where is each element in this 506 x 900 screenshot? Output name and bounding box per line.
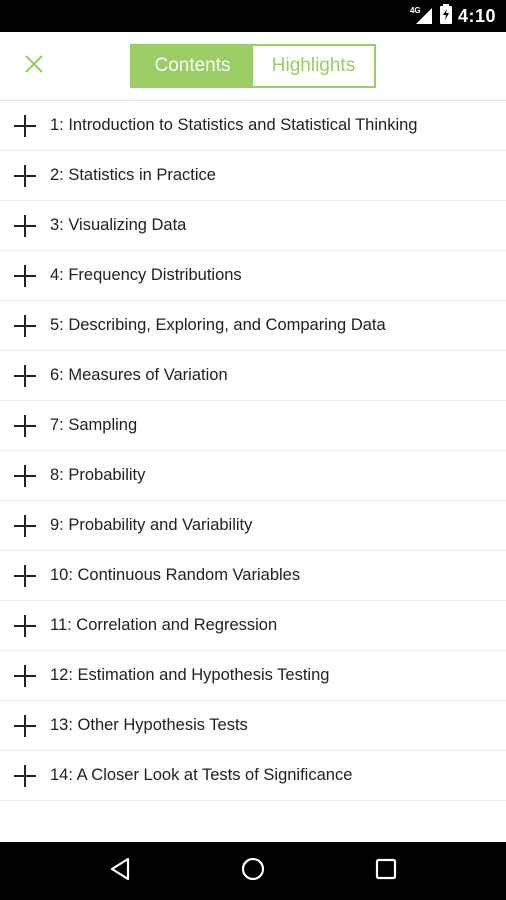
toc-item-chapter-12[interactable]: 12: Estimation and Hypothesis Testing [0, 651, 506, 701]
toc-item-label: 5: Describing, Exploring, and Comparing … [50, 316, 386, 334]
close-button[interactable] [18, 50, 50, 82]
toc-item-chapter-9[interactable]: 9: Probability and Variability [0, 501, 506, 551]
toc-item-label: 13: Other Hypothesis Tests [50, 716, 248, 734]
home-button[interactable] [233, 851, 273, 891]
plus-icon [14, 614, 36, 637]
toc-item-label: 6: Measures of Variation [50, 366, 228, 384]
plus-icon [14, 164, 36, 187]
status-time: 4:10 [457, 5, 496, 26]
plus-icon [14, 364, 36, 387]
recents-button[interactable] [366, 851, 406, 891]
toc-item-chapter-10[interactable]: 10: Continuous Random Variables [0, 551, 506, 601]
toc-item-label: 8: Probability [50, 466, 146, 484]
toc-item-label: 9: Probability and Variability [50, 516, 253, 534]
toc-item-label: 12: Estimation and Hypothesis Testing [50, 666, 330, 684]
plus-icon [14, 264, 36, 287]
toc-item-chapter-13[interactable]: 13: Other Hypothesis Tests [0, 701, 506, 751]
system-navigation-bar [0, 842, 506, 900]
plus-icon [14, 314, 36, 337]
plus-icon [14, 214, 36, 237]
tab-highlights[interactable]: Highlights [253, 46, 374, 86]
toc-item-label: 2: Statistics in Practice [50, 166, 216, 184]
home-circle-icon [241, 857, 265, 886]
close-icon [24, 54, 44, 79]
toc-item-label: 3: Visualizing Data [50, 216, 187, 234]
status-indicators: 4G 4:10 [410, 0, 496, 32]
back-button[interactable] [100, 851, 140, 891]
toc-item-chapter-6[interactable]: 6: Measures of Variation [0, 351, 506, 401]
plus-icon [14, 414, 36, 437]
tab-switcher: Contents Highlights [130, 44, 376, 88]
network-type: 4G [409, 6, 421, 15]
table-of-contents: 1: Introduction to Statistics and Statis… [0, 101, 506, 801]
plus-icon [14, 714, 36, 737]
toc-item-chapter-2[interactable]: 2: Statistics in Practice [0, 151, 506, 201]
battery-icon [439, 3, 452, 29]
toc-item-chapter-8[interactable]: 8: Probability [0, 451, 506, 501]
signal-icon: 4G [410, 6, 434, 26]
back-triangle-icon [109, 857, 131, 886]
toc-item-label: 7: Sampling [50, 416, 138, 434]
recents-square-icon [375, 858, 397, 885]
plus-icon [14, 114, 36, 137]
plus-icon [14, 464, 36, 487]
tab-contents[interactable]: Contents [132, 46, 253, 86]
toc-item-chapter-14[interactable]: 14: A Closer Look at Tests of Significan… [0, 751, 506, 801]
status-bar: 4G 4:10 [0, 0, 506, 32]
toc-item-chapter-5[interactable]: 5: Describing, Exploring, and Comparing … [0, 301, 506, 351]
plus-icon [14, 564, 36, 587]
toc-item-chapter-1[interactable]: 1: Introduction to Statistics and Statis… [0, 101, 506, 151]
toc-item-label: 11: Correlation and Regression [50, 616, 278, 634]
toc-item-label: 10: Continuous Random Variables [50, 566, 301, 584]
toc-item-label: 4: Frequency Distributions [50, 266, 242, 284]
toc-item-chapter-3[interactable]: 3: Visualizing Data [0, 201, 506, 251]
plus-icon [14, 514, 36, 537]
app-header: Contents Highlights [0, 32, 506, 101]
toc-item-chapter-4[interactable]: 4: Frequency Distributions [0, 251, 506, 301]
toc-item-label: 14: A Closer Look at Tests of Significan… [50, 766, 353, 784]
toc-item-chapter-11[interactable]: 11: Correlation and Regression [0, 601, 506, 651]
toc-item-chapter-7[interactable]: 7: Sampling [0, 401, 506, 451]
toc-item-label: 1: Introduction to Statistics and Statis… [50, 116, 418, 134]
plus-icon [14, 764, 36, 787]
plus-icon [14, 664, 36, 687]
